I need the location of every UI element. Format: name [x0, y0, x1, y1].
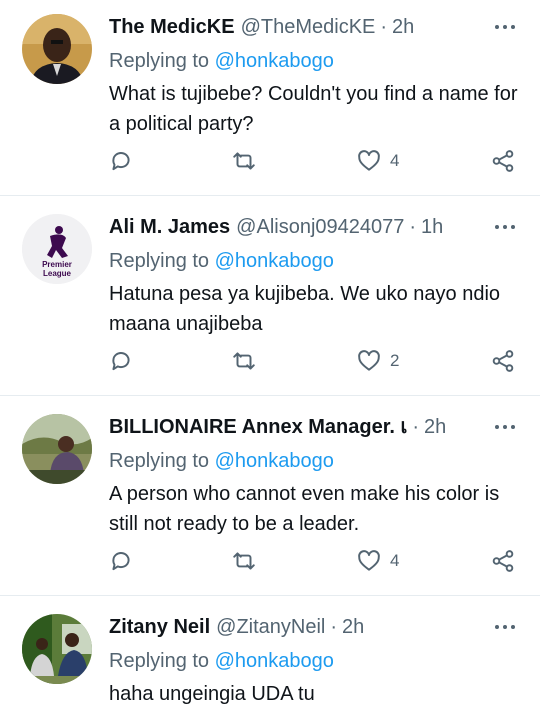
tweet[interactable]: BILLIONAIRE Annex Manager. เ · 2h Replyi… [0, 396, 540, 596]
tweet[interactable]: Zitany Neil @ZitanyNeil · 2h Replying to… [0, 596, 540, 725]
replying-to: Replying to @honkabogo [109, 448, 520, 474]
more-options-icon[interactable] [490, 414, 520, 440]
retweet-icon [233, 352, 255, 370]
tweet[interactable]: Premier League Ali M. James @Alisonj0942… [0, 196, 540, 396]
reply-button[interactable] [108, 348, 134, 374]
replying-label: Replying to [109, 50, 210, 72]
more-options-icon[interactable] [490, 14, 520, 40]
separator-dot: · [380, 16, 388, 38]
tweet-actions: 2 [0, 348, 540, 378]
tweet-text: A person who cannot even make his color … [109, 483, 500, 535]
avatar[interactable]: Premier League [22, 214, 92, 284]
timestamp[interactable]: 2h [392, 14, 414, 40]
replying-handle-link[interactable]: @honkabogo [215, 50, 334, 72]
share-button[interactable] [490, 548, 516, 574]
avatar[interactable] [22, 414, 92, 484]
retweet-icon [233, 152, 255, 170]
like-button[interactable]: 4 [356, 148, 399, 174]
avatar[interactable] [22, 14, 92, 84]
retweet-icon [233, 552, 255, 570]
replying-to: Replying to @honkabogo [109, 648, 520, 674]
tweet-header: BILLIONAIRE Annex Manager. เ · 2h [109, 414, 520, 440]
share-icon [492, 150, 514, 172]
heart-icon [358, 350, 380, 371]
display-name[interactable]: BILLIONAIRE Annex Manager. เ [109, 414, 407, 440]
heart-icon [358, 150, 380, 171]
separator-dot: · [409, 216, 417, 238]
like-button[interactable]: 2 [356, 348, 399, 374]
share-icon [492, 350, 514, 372]
reply-feed: The MedicKE @TheMedicKE · 2h Replying to… [0, 0, 540, 725]
replying-label: Replying to [109, 450, 210, 472]
reply-icon [112, 352, 130, 371]
separator-dot: · [330, 616, 338, 638]
replying-handle-link[interactable]: @honkabogo [215, 450, 334, 472]
tweet-header: Zitany Neil @ZitanyNeil · 2h [109, 614, 520, 640]
share-button[interactable] [490, 348, 516, 374]
separator-dot: · [412, 416, 420, 438]
tweet-actions: 4 [0, 548, 540, 578]
reply-icon [112, 552, 130, 571]
avatar[interactable] [22, 614, 92, 684]
replying-handle-link[interactable]: @honkabogo [215, 650, 334, 672]
replying-label: Replying to [109, 650, 210, 672]
timestamp[interactable]: 2h [342, 614, 364, 640]
replying-handle-link[interactable]: @honkabogo [215, 250, 334, 272]
like-button[interactable]: 4 [356, 548, 399, 574]
tweet-text: What is tujibebe? Couldn't you find a na… [109, 83, 518, 135]
tweet[interactable]: The MedicKE @TheMedicKE · 2h Replying to… [0, 0, 540, 196]
retweet-button[interactable] [231, 348, 257, 374]
tweet-header: The MedicKE @TheMedicKE · 2h [109, 14, 520, 40]
display-name[interactable]: The MedicKE [109, 14, 235, 40]
reply-button[interactable] [108, 148, 134, 174]
timestamp[interactable]: 2h [424, 414, 446, 440]
replying-label: Replying to [109, 250, 210, 272]
user-handle[interactable]: @ZitanyNeil [216, 614, 325, 640]
more-options-icon[interactable] [490, 614, 520, 640]
heart-icon [358, 550, 380, 571]
like-count: 4 [390, 551, 400, 570]
reply-icon [112, 152, 130, 171]
tweet-actions: 4 [0, 148, 540, 178]
display-name[interactable]: Zitany Neil [109, 614, 210, 640]
like-count: 4 [390, 151, 400, 170]
reply-button[interactable] [108, 548, 134, 574]
timestamp[interactable]: 1h [421, 214, 443, 240]
display-name[interactable]: Ali M. James [109, 214, 230, 240]
svg-text:League: League [43, 269, 72, 278]
tweet-text: haha ungeingia UDA tu [109, 683, 315, 705]
like-count: 2 [390, 351, 400, 370]
replying-to: Replying to @honkabogo [109, 248, 520, 274]
share-icon [492, 550, 514, 572]
tweet-header: Ali M. James @Alisonj09424077 · 1h [109, 214, 520, 240]
replying-to: Replying to @honkabogo [109, 48, 520, 74]
user-handle[interactable]: @Alisonj09424077 [236, 214, 404, 240]
retweet-button[interactable] [231, 148, 257, 174]
share-button[interactable] [490, 148, 516, 174]
more-options-icon[interactable] [490, 214, 520, 240]
user-handle[interactable]: @TheMedicKE [241, 14, 376, 40]
svg-text:Premier: Premier [42, 260, 72, 269]
retweet-button[interactable] [231, 548, 257, 574]
tweet-text: Hatuna pesa ya kujibeba. We uko nayo ndi… [109, 283, 501, 335]
